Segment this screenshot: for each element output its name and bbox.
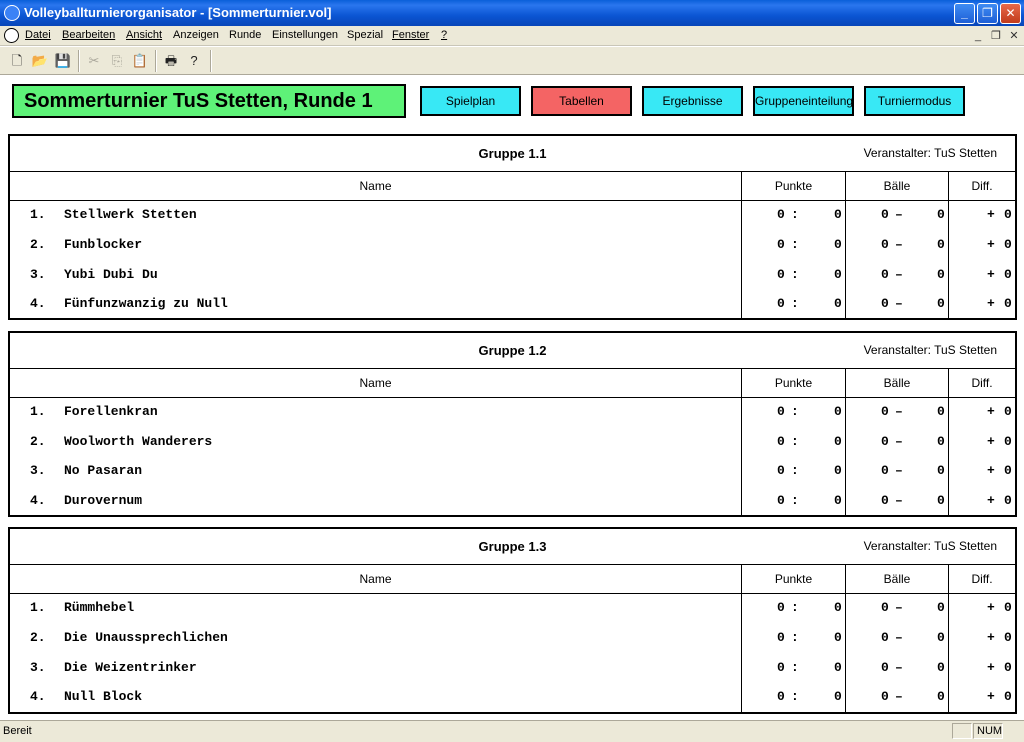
organizer-label: Veranstalter: TuS Stetten <box>863 146 997 160</box>
col-header-diff: Diff. <box>971 572 993 586</box>
table-row[interactable]: 1. Forellenkran 0:0 0–0 +0 <box>10 398 1015 428</box>
menu-help[interactable]: ? <box>441 29 447 41</box>
minimize-button[interactable]: _ <box>954 3 975 24</box>
group-table: Gruppe 1.1 Veranstalter: TuS Stetten Nam… <box>8 134 1017 320</box>
mdi-restore-icon[interactable]: ❐ <box>988 28 1004 44</box>
table-row[interactable]: 4. Null Block 0:0 0–0 +0 <box>10 683 1015 713</box>
spielplan-button[interactable]: Spielplan <box>420 86 521 116</box>
tabellen-button[interactable]: Tabellen <box>531 86 632 116</box>
col-header-name: Name <box>359 572 392 586</box>
table-row[interactable]: 3. No Pasaran 0:0 0–0 +0 <box>10 457 1015 487</box>
mdi-close-icon[interactable]: ✕ <box>1006 28 1022 44</box>
table-row[interactable]: 4. Durovernum 0:0 0–0 +0 <box>10 487 1015 517</box>
table-row[interactable]: 3. Yubi Dubi Du 0:0 0–0 +0 <box>10 261 1015 291</box>
menu-anzeigen[interactable]: Anzeigen <box>173 29 219 41</box>
table-row[interactable]: 2. Funblocker 0:0 0–0 +0 <box>10 231 1015 261</box>
help-icon[interactable]: ? <box>183 51 205 71</box>
tournament-title: Sommerturnier TuS Stetten, Runde 1 <box>12 84 406 118</box>
table-row[interactable]: 2. Die Unaussprechlichen 0:0 0–0 +0 <box>10 624 1015 654</box>
menu-einstellungen[interactable]: Einstellungen <box>272 29 338 41</box>
mdi-minimize-icon[interactable]: _ <box>970 28 986 44</box>
status-bar: Bereit NUM <box>0 720 1024 742</box>
cut-icon[interactable]: ✂ <box>83 51 105 71</box>
table-row[interactable]: 4. Fünfunzwanzig zu Null 0:0 0–0 +0 <box>10 290 1015 320</box>
document-icon[interactable] <box>4 28 19 43</box>
group-table: Gruppe 1.2 Veranstalter: TuS Stetten Nam… <box>8 331 1017 517</box>
menu-spezial[interactable]: Spezial <box>347 29 383 41</box>
status-text: Bereit <box>3 725 32 737</box>
organizer-label: Veranstalter: TuS Stetten <box>863 539 997 553</box>
main-view: Sommerturnier TuS Stetten, Runde 1 Spiel… <box>0 76 1024 720</box>
menu-ansicht[interactable]: Ansicht <box>126 29 162 41</box>
restore-button[interactable]: ❐ <box>977 3 998 24</box>
app-icon[interactable] <box>4 5 20 21</box>
close-button[interactable]: ✕ <box>1000 3 1021 24</box>
col-header-name: Name <box>359 376 392 390</box>
toolbar: 🗋 📂 💾 ✂ ⎘ 📋 🖶 ? <box>0 47 1024 75</box>
table-row[interactable]: 2. Woolworth Wanderers 0:0 0–0 +0 <box>10 428 1015 458</box>
ergebnisse-button[interactable]: Ergebnisse <box>642 86 743 116</box>
menu-datei[interactable]: Datei <box>25 29 51 41</box>
col-header-diff: Diff. <box>971 376 993 390</box>
table-row[interactable]: 3. Die Weizentrinker 0:0 0–0 +0 <box>10 654 1015 684</box>
col-header-points: Punkte <box>774 572 813 586</box>
turniermodus-button[interactable]: Turniermodus <box>864 86 965 116</box>
copy-icon[interactable]: ⎘ <box>106 51 128 71</box>
title-bar[interactable]: Volleyballturnierorganisator - [Sommertu… <box>0 0 1024 26</box>
col-header-name: Name <box>359 179 392 193</box>
col-header-balls: Bälle <box>883 179 911 193</box>
menu-bearbeiten[interactable]: Bearbeiten <box>62 29 115 41</box>
table-row[interactable]: 1. Rümmhebel 0:0 0–0 +0 <box>10 594 1015 624</box>
col-header-balls: Bälle <box>883 572 911 586</box>
new-file-icon[interactable]: 🗋 <box>6 51 28 71</box>
organizer-label: Veranstalter: TuS Stetten <box>863 343 997 357</box>
col-header-points: Punkte <box>774 179 813 193</box>
num-lock-indicator: NUM <box>973 723 1003 739</box>
col-header-balls: Bälle <box>883 376 911 390</box>
col-header-diff: Diff. <box>971 179 993 193</box>
save-icon[interactable]: 💾 <box>52 51 74 71</box>
status-panel-empty <box>952 723 972 739</box>
open-folder-icon[interactable]: 📂 <box>29 51 51 71</box>
paste-icon[interactable]: 📋 <box>129 51 151 71</box>
gruppeneinteilung-button[interactable]: Gruppeneinteilung <box>753 86 854 116</box>
menu-bar: Datei Bearbeiten Ansicht Anzeigen Runde … <box>0 26 1024 46</box>
menu-fenster[interactable]: Fenster <box>392 29 429 41</box>
menu-runde[interactable]: Runde <box>229 29 261 41</box>
col-header-points: Punkte <box>774 376 813 390</box>
print-icon[interactable]: 🖶 <box>160 51 182 71</box>
table-row[interactable]: 1. Stellwerk Stetten 0:0 0–0 +0 <box>10 201 1015 231</box>
window-title: Volleyballturnierorganisator - [Sommertu… <box>24 5 332 20</box>
group-table: Gruppe 1.3 Veranstalter: TuS Stetten Nam… <box>8 527 1017 714</box>
